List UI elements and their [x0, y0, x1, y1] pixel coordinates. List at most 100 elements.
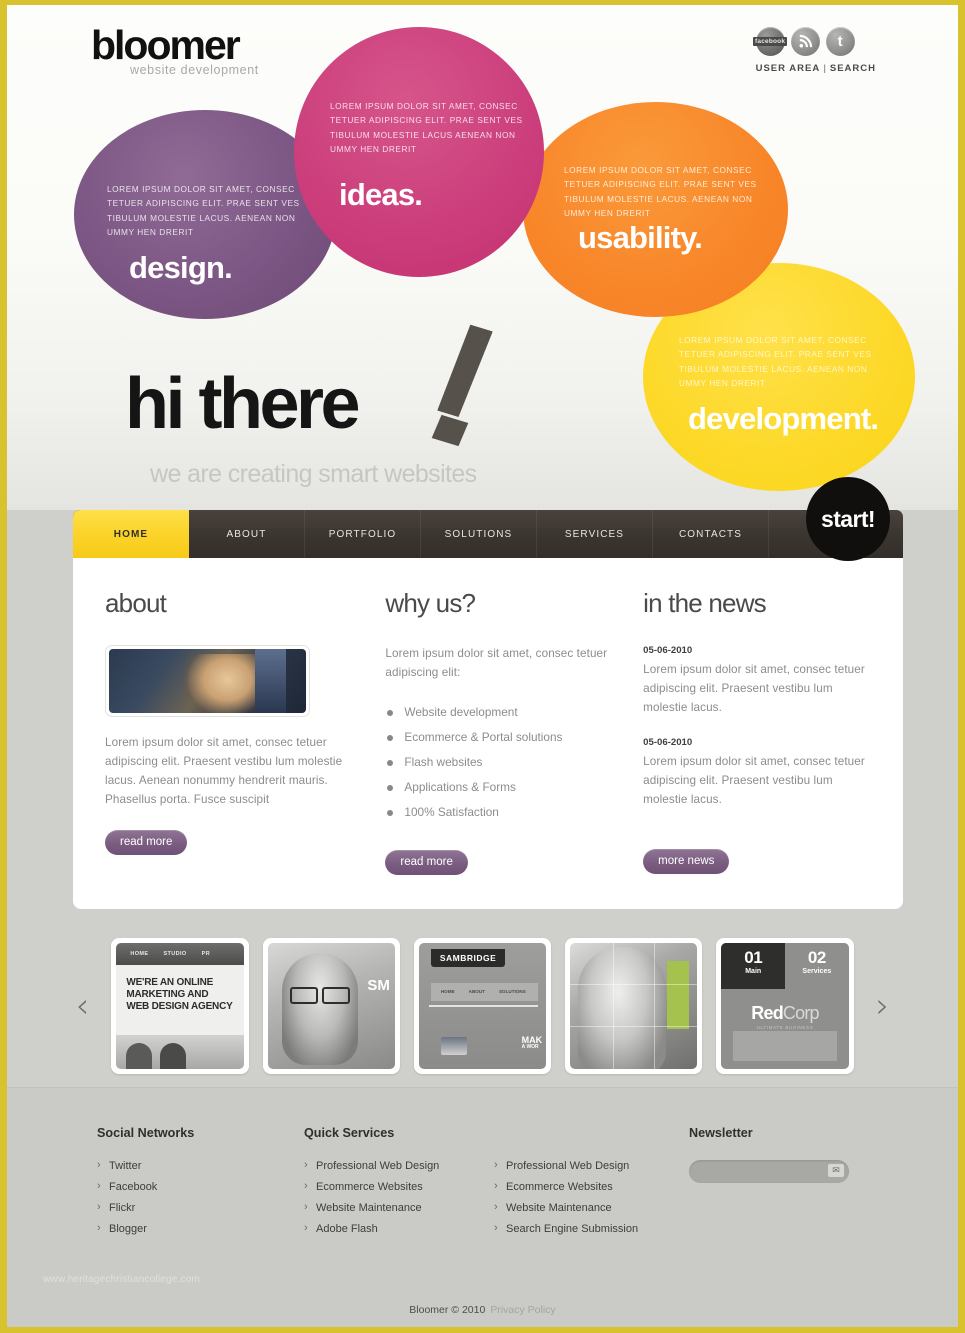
copyright-text: Bloomer © 2010 [409, 1304, 486, 1316]
portrait-graphic [281, 952, 358, 1065]
hero-headline: hi there [125, 364, 361, 444]
slide-nav-item: HOME [130, 950, 149, 957]
news-heading: in the news [643, 588, 767, 618]
carousel-slide-image: SM [267, 942, 395, 1069]
main-navigation: HOME ABOUT PORTFOLIO SOLUTIONS SERVICES … [7, 477, 958, 561]
about-read-more-button[interactable]: read more [105, 829, 188, 855]
site-logo[interactable]: bloomer website development [91, 25, 259, 78]
newsletter-heading: Newsletter [689, 1126, 753, 1140]
carousel-slide[interactable] [565, 937, 703, 1074]
hero-circle-development-text: LOREM IPSUM DOLOR SIT AMET, CONSEC TETUE… [679, 335, 872, 388]
footer-link-facebook[interactable]: Facebook [97, 1180, 304, 1202]
rss-icon[interactable] [790, 27, 820, 56]
footer-social-column: Social Networks Twitter Facebook Flickr … [97, 1126, 304, 1244]
more-news-button[interactable]: more news [643, 848, 730, 874]
footer-link-blogger[interactable]: Blogger [97, 1222, 304, 1244]
topbar-social: facebook t USER AREA | SEARCH [753, 27, 876, 74]
slide-nav-item: STUDIO [163, 950, 187, 957]
hero-circle-ideas-word: ideas. [339, 177, 423, 212]
nav-item-portfolio[interactable]: PORTFOLIO [305, 510, 421, 558]
hero-circle-ideas[interactable]: LOREM IPSUM DOLOR SIT AMET, CONSEC TETUE… [294, 27, 544, 277]
carousel-slide-image: 01 Main 02 Services RedCorp ULTIMATE BUS… [721, 942, 849, 1069]
slide-tab: 02 Services [785, 942, 849, 989]
nav-item-about[interactable]: ABOUT [189, 510, 305, 558]
carousel-slide[interactable]: HOME STUDIO PR WE'RE AN ONLINE MARKETING… [111, 937, 249, 1074]
slide-people-graphic [116, 1034, 244, 1069]
footer-quick-list-a: Professional Web Design Ecommerce Websit… [304, 1159, 494, 1244]
page-root: bloomer website development facebook t U… [0, 0, 965, 1333]
slide-logo-sub: ULTIMATE BUSINESS [756, 1024, 814, 1030]
footer-link[interactable]: Ecommerce Websites [304, 1180, 494, 1202]
slide-nav: HOME STUDIO PR [116, 942, 244, 965]
slide-nav-item: HOME [440, 989, 455, 995]
twitter-icon[interactable]: t [825, 27, 855, 56]
news-item: 05-06-2010 Lorem ipsum dolor sit amet, c… [643, 737, 871, 810]
slide-watermark: SM [367, 976, 390, 994]
hero-circle-usability-text: LOREM IPSUM DOLOR SIT AMET, CONSEC TETUE… [564, 165, 757, 218]
carousel-slide[interactable]: SAMBRIDGE HOME ABOUT SOLUTIONS MAK A WOR [413, 937, 552, 1074]
list-item: Applications & Forms [385, 780, 615, 805]
whyus-column: why us? Lorem ipsum dolor sit amet, cons… [359, 588, 615, 875]
topbar-separator: | [823, 63, 827, 74]
footer-link[interactable]: Search Engine Submission [494, 1222, 689, 1244]
slide-nav-item: SOLUTIONS [498, 989, 526, 995]
slide-logo-light: Corp [782, 1002, 820, 1023]
footer-link-flickr[interactable]: Flickr [97, 1201, 304, 1223]
nav-item-home[interactable]: HOME [73, 510, 189, 558]
carousel-prev-arrow-icon[interactable]: ‹ [68, 989, 98, 1023]
slide-tab-active: 01 Main [721, 942, 786, 989]
footer-columns: Social Networks Twitter Facebook Flickr … [7, 1088, 958, 1244]
slide-logo-bold: Red [751, 1002, 783, 1023]
envelope-icon[interactable]: ✉ [828, 1164, 844, 1177]
hero-subheadline: we are creating smart websites [150, 460, 477, 488]
carousel-slide[interactable]: SM [262, 937, 400, 1074]
nav-item-solutions[interactable]: SOLUTIONS [421, 510, 537, 558]
news-item: 05-06-2010 Lorem ipsum dolor sit amet, c… [643, 645, 871, 718]
footer-social-list: Twitter Facebook Flickr Blogger [97, 1159, 304, 1244]
start-button[interactable]: start! [806, 477, 890, 561]
slide-tab-label: Services [802, 967, 832, 975]
nav-bar: HOME ABOUT PORTFOLIO SOLUTIONS SERVICES … [73, 510, 903, 558]
newsletter-email-input[interactable] [689, 1160, 849, 1183]
copyright-bar: Bloomer © 2010 Privacy Policy [7, 1293, 958, 1327]
hero-circle-ideas-text: LOREM IPSUM DOLOR SIT AMET, CONSEC TETUE… [330, 101, 523, 154]
footer-link[interactable]: Adobe Flash [304, 1222, 494, 1244]
footer-link[interactable]: Website Maintenance [494, 1201, 689, 1223]
nav-item-services[interactable]: SERVICES [537, 510, 653, 558]
carousel-slide[interactable]: 01 Main 02 Services RedCorp ULTIMATE BUS… [716, 937, 854, 1074]
footer-link[interactable]: Website Maintenance [304, 1201, 494, 1223]
footer-link[interactable]: Ecommerce Websites [494, 1180, 689, 1202]
grid-overlay [570, 942, 698, 1069]
search-link[interactable]: SEARCH [830, 63, 876, 74]
carousel-next-arrow-icon[interactable]: › [868, 989, 898, 1023]
slide-nav-item: ABOUT [468, 989, 485, 995]
list-item: 100% Satisfaction [385, 805, 615, 830]
slide-tabs: 01 Main 02 Services [721, 942, 849, 989]
footer-quick-services-column-b: Professional Web Design Ecommerce Websit… [494, 1126, 689, 1244]
footer-social-heading: Social Networks [97, 1126, 195, 1140]
hero-circle-usability[interactable]: LOREM IPSUM DOLOR SIT AMET, CONSEC TETUE… [523, 102, 788, 317]
about-thumbnail[interactable] [105, 645, 310, 717]
whyus-list: Website development Ecommerce & Portal s… [385, 705, 615, 830]
news-date: 05-06-2010 [643, 736, 693, 748]
slide-tab-number: 01 [744, 947, 763, 967]
whyus-intro: Lorem ipsum dolor sit amet, consec tetue… [385, 647, 608, 679]
footer-watermark: www.heritagechristiancollege.com [43, 1274, 201, 1285]
whyus-read-more-button[interactable]: read more [385, 849, 468, 875]
nav-item-contacts[interactable]: CONTACTS [653, 510, 769, 558]
privacy-policy-link[interactable]: Privacy Policy [490, 1304, 555, 1316]
carousel-slide-image: SAMBRIDGE HOME ABOUT SOLUTIONS MAK A WOR [418, 942, 547, 1069]
whyus-heading: why us? [385, 588, 476, 618]
footer-newsletter-column: Newsletter ✉ [689, 1126, 899, 1244]
user-area-link[interactable]: USER AREA [756, 63, 821, 74]
footer-link[interactable]: Professional Web Design [304, 1159, 494, 1181]
footer-quick-list-b: Professional Web Design Ecommerce Websit… [494, 1159, 689, 1244]
footer-link-twitter[interactable]: Twitter [97, 1159, 304, 1181]
news-text: Lorem ipsum dolor sit amet, consec tetue… [643, 754, 865, 806]
hero-circle-usability-word: usability. [578, 220, 703, 255]
facebook-icon[interactable]: facebook [753, 27, 788, 56]
list-item: Flash websites [385, 755, 615, 780]
footer-link[interactable]: Professional Web Design [494, 1159, 689, 1181]
slide-headline: MAK A WOR [522, 1035, 543, 1051]
footer-quick-services-column: Quick Services Professional Web Design E… [304, 1126, 494, 1244]
